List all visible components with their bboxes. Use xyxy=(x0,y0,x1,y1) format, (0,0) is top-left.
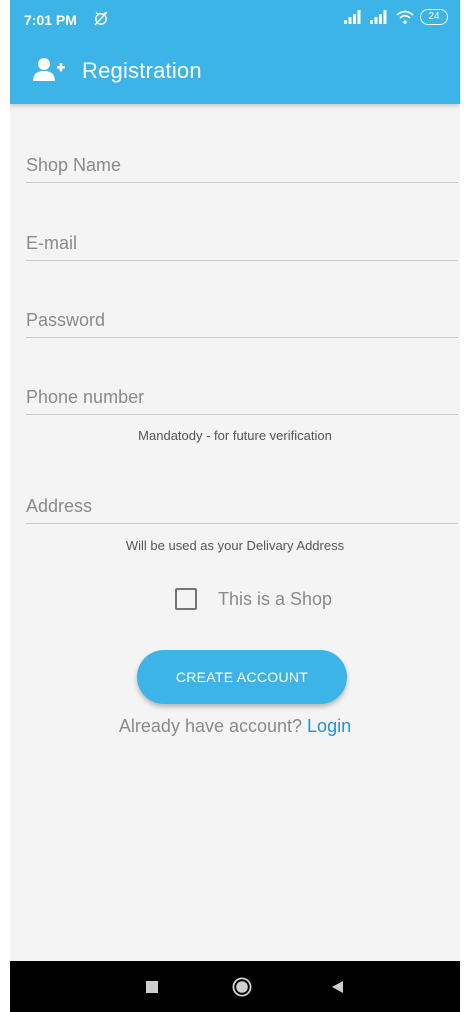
address-label: Address xyxy=(26,496,93,516)
phone-hint: Mandatody - for future verification xyxy=(138,428,332,443)
status-icons: 24 xyxy=(344,9,448,25)
add-user-icon xyxy=(33,58,65,81)
phone-number-input[interactable]: Phone number xyxy=(26,372,458,415)
login-prompt-text: Already have account? xyxy=(118,716,303,736)
shop-checkbox-row[interactable]: This is a Shop xyxy=(175,588,332,610)
phone-number-label: Phone number xyxy=(26,387,145,407)
password-input[interactable]: Password xyxy=(26,295,458,338)
create-account-button[interactable]: CREATE ACCOUNT xyxy=(137,650,347,704)
login-link[interactable]: Login xyxy=(307,716,351,736)
shop-checkbox[interactable] xyxy=(175,588,197,610)
wifi-icon xyxy=(396,10,414,24)
signal-icon xyxy=(370,10,387,24)
battery-icon: 24 xyxy=(420,9,448,25)
password-label: Password xyxy=(26,310,106,330)
circle-icon xyxy=(232,976,252,997)
app-header: 7:01 PM 24 Registration xyxy=(10,0,460,104)
shop-name-label: Shop Name xyxy=(26,155,122,175)
system-nav-bar xyxy=(10,961,460,1012)
page-title: Registration xyxy=(82,58,202,83)
shop-checkbox-label: This is a Shop xyxy=(218,588,333,609)
status-time: 7:01 PM xyxy=(24,12,77,28)
email-label: E-mail xyxy=(26,233,78,253)
login-prompt-row: Already have account? Login xyxy=(10,716,460,737)
battery-level: 24 xyxy=(428,11,440,22)
shop-name-input[interactable]: Shop Name xyxy=(26,140,458,183)
address-hint: Will be used as your Delivary Address xyxy=(125,538,345,553)
signal-icon xyxy=(344,10,361,24)
square-icon xyxy=(146,980,158,993)
email-input[interactable]: E-mail xyxy=(26,218,458,261)
back-button[interactable] xyxy=(322,961,352,1012)
back-triangle-icon xyxy=(332,980,343,993)
home-button[interactable] xyxy=(227,961,257,1012)
registration-screen: 7:01 PM 24 Registration Shop Name E-mail… xyxy=(10,0,460,1012)
recents-button[interactable] xyxy=(137,961,167,1012)
alarm-off-icon xyxy=(94,11,108,26)
address-input[interactable]: Address xyxy=(26,481,458,524)
